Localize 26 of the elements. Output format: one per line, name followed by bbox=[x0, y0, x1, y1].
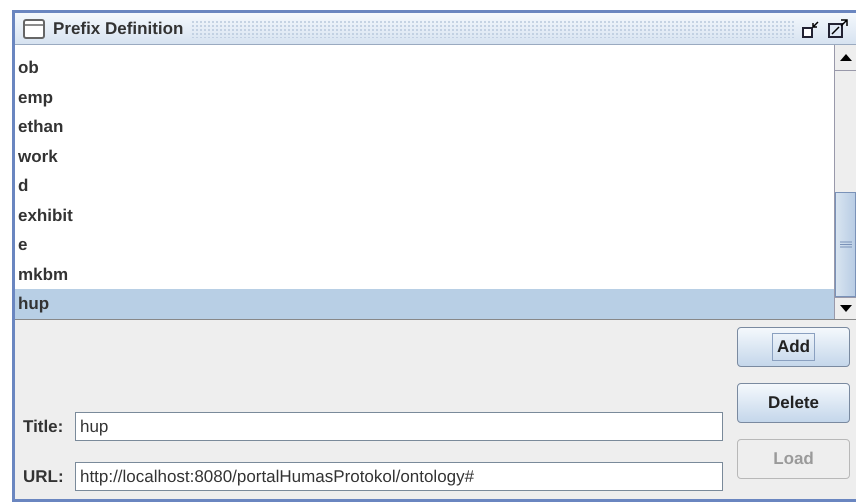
list-item[interactable]: exhibit bbox=[15, 200, 834, 230]
maximize-icon[interactable] bbox=[828, 18, 848, 38]
input-field[interactable]: http://localhost:8080/portalHumasProtokol/ontology# bbox=[75, 462, 723, 491]
focus-ring: Load bbox=[772, 448, 815, 470]
list-item[interactable]: e bbox=[15, 230, 834, 260]
focus-ring: Delete bbox=[766, 392, 820, 414]
up-arrow-icon bbox=[840, 54, 852, 61]
list-item[interactable]: work bbox=[15, 142, 834, 171]
restore-icon[interactable] bbox=[802, 20, 820, 38]
list-item[interactable]: hup bbox=[15, 289, 834, 318]
window-title: Prefix Definition bbox=[53, 18, 184, 40]
scrollbar[interactable] bbox=[834, 45, 856, 319]
scroll-thumb[interactable] bbox=[835, 192, 856, 297]
list-item[interactable]: emp bbox=[15, 82, 834, 112]
list-item[interactable]: ethan bbox=[15, 112, 834, 142]
list-item[interactable]: ob bbox=[15, 53, 834, 82]
action-button[interactable]: Delete bbox=[737, 383, 850, 423]
down-arrow-icon bbox=[840, 305, 852, 312]
list-item[interactable]: d bbox=[15, 171, 834, 200]
action-button[interactable]: Add bbox=[737, 327, 850, 367]
input-field[interactable]: hup bbox=[75, 412, 723, 441]
list-item[interactable]: mkbm bbox=[15, 260, 834, 289]
field-label: URL: bbox=[23, 466, 65, 488]
field-label: Title: bbox=[23, 416, 64, 438]
focus-ring: Add bbox=[772, 334, 814, 360]
window-icon bbox=[23, 18, 45, 38]
